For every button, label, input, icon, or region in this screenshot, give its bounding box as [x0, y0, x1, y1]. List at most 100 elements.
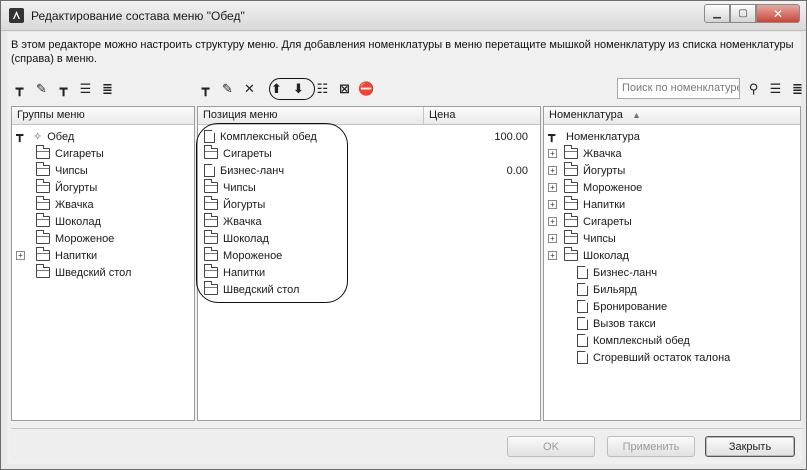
nomenclature-item-row[interactable]: Вызов такси: [577, 315, 656, 332]
nomenclature-item-row[interactable]: Бронирование: [577, 298, 667, 315]
group-row[interactable]: Йогурты: [36, 179, 97, 196]
nomenclature-item-label: Бильярд: [593, 283, 637, 296]
nomenclature-header-label: Номенклатура: [549, 109, 623, 121]
expand-icon[interactable]: +: [16, 251, 25, 260]
expand-icon[interactable]: +: [548, 149, 557, 158]
apply-button[interactable]: Применить: [607, 436, 695, 457]
group-label: Сигареты: [55, 147, 104, 160]
menu-groups-panel: Группы меню ✧ Обед Сигареты Чипсы Йогурт…: [11, 106, 195, 421]
position-price: 0.00: [506, 164, 528, 177]
folder-icon: [564, 196, 578, 210]
delete-position-icon[interactable]: ✕: [241, 81, 258, 98]
nomenclature-group-row[interactable]: + Мороженое: [548, 179, 642, 196]
group-label: Йогурты: [55, 181, 98, 194]
close-window-icon[interactable]: ✕: [756, 4, 800, 23]
nomenclature-group-label: Йогурты: [583, 164, 626, 177]
nomenclature-item-label: Сгоревший остаток талона: [593, 351, 731, 364]
nomenclature-item-label: Бронирование: [593, 300, 668, 313]
pin-icon: ✧: [33, 131, 43, 143]
window-title: Редактирование состава меню "Обед": [31, 9, 245, 23]
collapse-nomenclature-icon[interactable]: ≣: [789, 81, 806, 98]
folder-icon: [36, 230, 50, 244]
group-label: Мороженое: [55, 232, 115, 245]
nomenclature-group-label: Напитки: [583, 198, 626, 211]
price-column-header[interactable]: Цена: [423, 107, 540, 125]
search-input[interactable]: Поиск по номенклатуре: [617, 78, 740, 99]
nomenclature-toolbar: ⚲ ☰ ≣: [745, 76, 806, 102]
button-bar: OK Применить Закрыть: [11, 428, 803, 460]
nomenclature-group-row[interactable]: + Напитки: [548, 196, 625, 213]
folder-icon: [36, 247, 50, 261]
nomenclature-item-label: Комплексный обед: [593, 334, 690, 347]
delete-group-icon[interactable]: ┳: [55, 81, 72, 98]
window-controls: ▁ ▢ ✕: [704, 4, 800, 24]
nomenclature-root-row[interactable]: Номенклатура: [548, 128, 640, 145]
clear-icon[interactable]: ⊠: [336, 81, 353, 98]
nomenclature-group-row[interactable]: + Жвачка: [548, 145, 622, 162]
nomenclature-group-row[interactable]: + Чипсы: [548, 230, 616, 247]
edit-position-icon[interactable]: ✎: [219, 81, 236, 98]
nomenclature-group-label: Мороженое: [583, 181, 643, 194]
expand-tree-icon[interactable]: ☰: [77, 81, 94, 98]
nomenclature-header[interactable]: Номенклатура ▲: [544, 107, 800, 125]
collapse-tree-icon[interactable]: ≣: [99, 81, 116, 98]
ok-button[interactable]: OK: [507, 436, 595, 457]
expand-nomenclature-icon[interactable]: ☰: [767, 81, 784, 98]
close-button[interactable]: Закрыть: [705, 436, 795, 457]
group-label: Шведский стол: [55, 266, 132, 279]
group-row[interactable]: Шоколад: [36, 213, 101, 230]
menu-groups-header[interactable]: Группы меню: [12, 107, 194, 125]
tree-root-icon: [16, 128, 29, 143]
expand-icon[interactable]: +: [548, 166, 557, 175]
positions-highlight: [196, 123, 348, 303]
root-label: Обед: [47, 130, 75, 143]
position-price: 100.00: [494, 130, 528, 143]
expand-icon[interactable]: +: [548, 183, 557, 192]
nomenclature-item-row[interactable]: Комплексный обед: [577, 332, 690, 349]
tree-root-row[interactable]: ✧ Обед: [16, 128, 74, 145]
document-icon: [577, 351, 588, 364]
nomenclature-item-row[interactable]: Сгоревший остаток талона: [577, 349, 730, 366]
nomenclature-group-label: Шоколад: [583, 249, 629, 262]
group-row[interactable]: Жвачка: [36, 196, 94, 213]
document-icon: [577, 300, 588, 313]
folder-icon: [564, 247, 578, 261]
move-buttons-highlight: [269, 78, 315, 100]
nomenclature-group-row[interactable]: + Йогурты: [548, 162, 625, 179]
folder-icon: [36, 196, 50, 210]
group-label: Шоколад: [55, 215, 101, 228]
minimize-icon[interactable]: ▁: [704, 4, 730, 23]
info-text: В этом редакторе можно настроить структу…: [11, 39, 794, 65]
add-group-icon[interactable]: ┳: [11, 81, 28, 98]
expand-icon[interactable]: +: [548, 251, 557, 260]
group-row[interactable]: Шведский стол: [36, 264, 131, 281]
group-row[interactable]: + Напитки: [16, 247, 97, 264]
nomenclature-item-row[interactable]: Бизнес-ланч: [577, 264, 657, 281]
group-row[interactable]: Сигареты: [36, 145, 104, 162]
add-position-icon[interactable]: ┳: [197, 81, 214, 98]
maximize-icon[interactable]: ▢: [730, 4, 756, 23]
app-icon: [9, 8, 24, 23]
binoculars-icon[interactable]: ⚲: [745, 81, 762, 98]
folder-icon: [564, 145, 578, 159]
folder-icon: [564, 162, 578, 176]
folder-icon: [36, 264, 50, 278]
nomenclature-group-label: Жвачка: [583, 147, 622, 160]
edit-group-icon[interactable]: ✎: [33, 81, 50, 98]
expand-icon[interactable]: +: [548, 200, 557, 209]
nomenclature-root-label: Номенклатура: [566, 130, 640, 143]
expand-icon[interactable]: +: [548, 217, 557, 226]
document-icon: [577, 266, 588, 279]
tree-root-icon: [548, 128, 561, 143]
document-icon: [577, 317, 588, 330]
nomenclature-group-row[interactable]: + Шоколад: [548, 247, 629, 264]
stop-icon[interactable]: ⛔: [358, 81, 375, 98]
document-icon: [577, 283, 588, 296]
nomenclature-panel: Номенклатура ▲ Номенклатура + Жвачка + Йог…: [543, 106, 801, 421]
expand-icon[interactable]: +: [548, 234, 557, 243]
list-view-icon[interactable]: ☷: [314, 81, 331, 98]
group-row[interactable]: Мороженое: [36, 230, 114, 247]
nomenclature-group-row[interactable]: + Сигареты: [548, 213, 632, 230]
group-row[interactable]: Чипсы: [36, 162, 88, 179]
nomenclature-item-row[interactable]: Бильярд: [577, 281, 637, 298]
